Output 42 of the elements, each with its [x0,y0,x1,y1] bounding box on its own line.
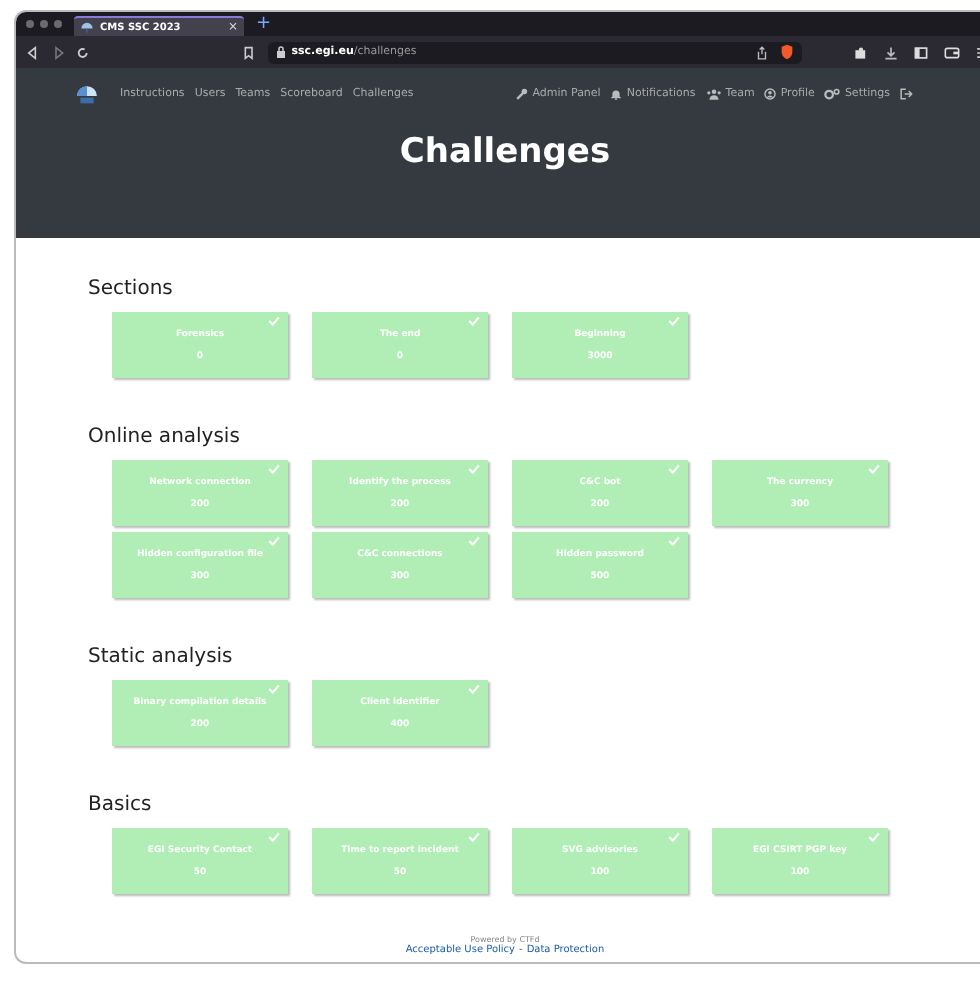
check-icon [468,316,480,326]
forward-icon[interactable] [51,45,65,59]
bell-icon [610,88,623,100]
check-icon [268,684,280,694]
wrench-icon [516,88,529,100]
check-icon [468,832,480,842]
shield-icon[interactable] [780,44,794,60]
umbrella-icon [80,20,94,34]
check-icon [268,464,280,474]
check-icon [268,832,280,842]
back-icon[interactable] [26,45,40,59]
lock-icon [275,46,286,58]
check-icon [668,536,680,546]
category-heading: Static analysis [88,646,235,668]
umbrella-logo-icon[interactable] [76,83,98,105]
users-icon [705,88,722,100]
check-icon [668,316,680,326]
category-heading: Basics [88,794,154,816]
user-circle-icon [764,88,777,100]
check-icon [668,832,680,842]
sidebar-icon[interactable] [914,45,928,59]
check-icon [468,464,480,474]
check-icon [268,316,280,326]
window-controls-icon[interactable] [26,20,62,28]
bookmark-icon[interactable] [242,45,256,59]
check-icon [668,464,680,474]
share-icon[interactable] [756,45,768,59]
check-icon [868,832,880,842]
wallet-icon[interactable] [944,45,960,59]
download-icon[interactable] [884,45,898,59]
category-heading: Sections [88,278,175,300]
check-icon [468,536,480,546]
reload-icon[interactable] [76,45,91,59]
category-heading: Online analysis [88,426,242,448]
gears-icon [824,88,841,100]
check-icon [268,536,280,546]
logout-icon [900,88,914,100]
new-tab-button[interactable]: + [256,15,272,33]
page-title: Challenges [397,132,613,172]
check-icon [468,684,480,694]
check-icon [868,464,880,474]
logout-button[interactable] [900,88,914,100]
